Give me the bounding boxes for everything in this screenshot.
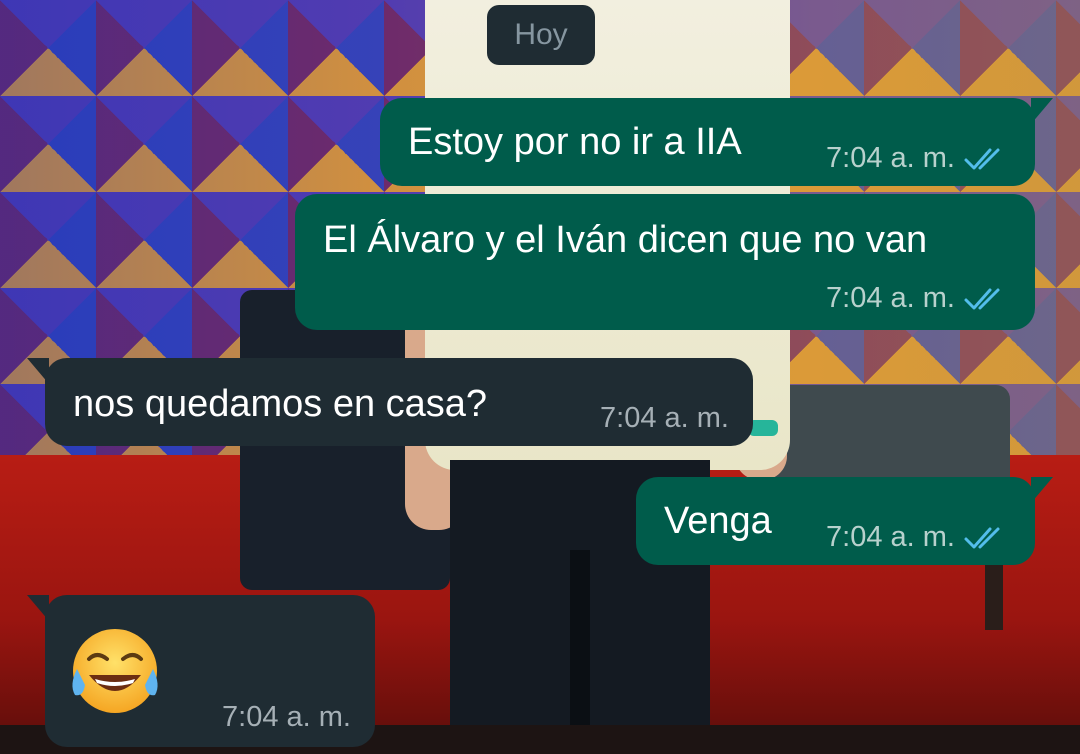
face-with-tears-of-joy-icon <box>72 629 158 713</box>
message-meta: 7:04 a. m. <box>826 521 1009 554</box>
message-bubble-outgoing[interactable]: Estoy por no ir a IIA 7:04 a. m. <box>380 98 1053 186</box>
message-text: nos quedamos en casa? <box>73 383 488 425</box>
message-bubble-incoming[interactable]: nos quedamos en casa? 7:04 a. m. <box>27 358 753 446</box>
message-time: 7:04 a. m. <box>600 402 729 434</box>
message-bubble-incoming[interactable]: 7:04 a. m. <box>27 595 375 747</box>
read-ticks-icon <box>964 288 1000 309</box>
message-time: 7:04 a. m. <box>826 282 955 314</box>
read-ticks-icon <box>964 148 1000 169</box>
message-meta: 7:04 a. m. <box>222 701 351 734</box>
message-meta: 7:04 a. m. <box>826 282 1009 315</box>
message-time: 7:04 a. m. <box>826 521 955 553</box>
message-meta: 7:04 a. m. <box>600 402 729 435</box>
message-meta: 7:04 a. m. <box>826 142 1009 175</box>
message-time: 7:04 a. m. <box>222 701 351 733</box>
read-ticks-icon <box>964 527 1000 548</box>
message-bubble-outgoing[interactable]: Venga 7:04 a. m. <box>636 477 1053 565</box>
message-bubble-outgoing[interactable]: El Álvaro y el Iván dicen que no van 7:0… <box>295 194 1035 330</box>
wallpaper-sofa-leg <box>985 555 1003 630</box>
message-text: Estoy por no ir a IIA <box>408 121 742 163</box>
message-text: Venga <box>664 500 772 542</box>
message-time: 7:04 a. m. <box>826 142 955 174</box>
message-text: El Álvaro y el Iván dicen que no van <box>323 219 928 261</box>
date-divider: Hoy <box>487 5 595 65</box>
